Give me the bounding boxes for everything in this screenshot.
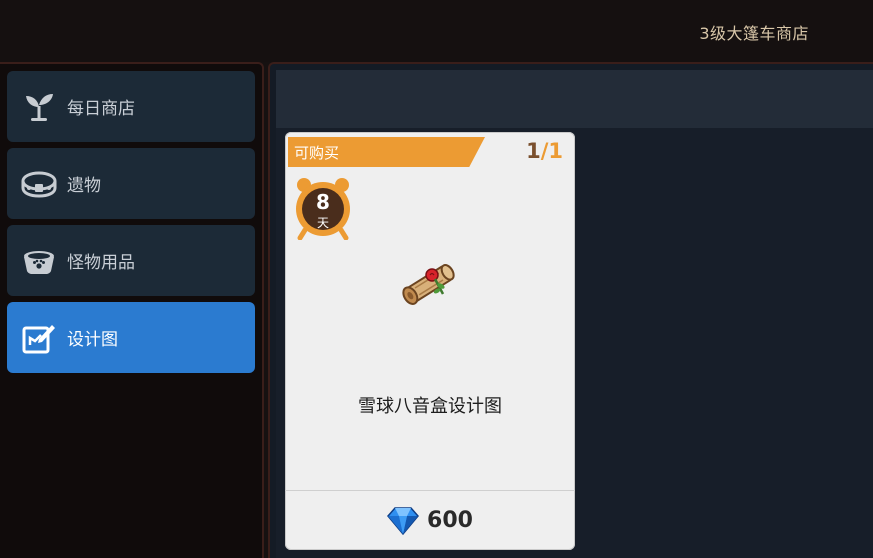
- sidebar-item-daily-shop[interactable]: 每日商店: [7, 71, 255, 142]
- card-divider: [285, 490, 575, 491]
- sidebar-item-label: 怪物用品: [67, 253, 135, 273]
- item-name: 雪球八音盒设计图: [358, 396, 502, 417]
- panel-header: [276, 70, 873, 128]
- price-value: 600: [427, 507, 473, 533]
- sidebar-item-label: 设计图: [67, 330, 118, 350]
- shop-title: 3级大篷车商店: [699, 24, 809, 43]
- sidebar-item-label: 每日商店: [67, 99, 135, 119]
- scroll-rose-icon: [397, 250, 461, 314]
- category-sidebar: 每日商店 遗物 怪物用品 设计图: [0, 62, 264, 558]
- sidebar-item-monster-supplies[interactable]: 怪物用品: [7, 225, 255, 296]
- stock-current: 1: [526, 139, 541, 163]
- shop-screen: 3级大篷车商店 每日商店 遗物 怪物用品 设计图 可购买 1/1 8 天 雪球八…: [0, 0, 873, 558]
- top-bar: 3级大篷车商店: [0, 0, 873, 62]
- stock-max: 1: [548, 139, 563, 163]
- price-row[interactable]: 600: [285, 502, 575, 538]
- stock-count: 1/1: [526, 139, 563, 163]
- sidebar-item-label: 遗物: [67, 176, 101, 196]
- diamond-icon: [387, 504, 420, 536]
- availability-label: 可购买: [294, 144, 340, 162]
- blueprint-icon: [21, 320, 57, 356]
- pet-bowl-icon: [21, 243, 57, 279]
- timer-unit: 天: [316, 216, 329, 230]
- sprout-icon: [21, 89, 57, 125]
- sidebar-item-blueprints[interactable]: 设计图: [7, 302, 255, 373]
- shop-item-card[interactable]: 可购买 1/1 8 天 雪球八音盒设计图 600: [285, 132, 575, 550]
- alarm-clock-icon: 8 天: [295, 176, 355, 240]
- sidebar-item-relics[interactable]: 遗物: [7, 148, 255, 219]
- timer-value: 8: [316, 190, 330, 214]
- relic-ring-icon: [21, 166, 57, 202]
